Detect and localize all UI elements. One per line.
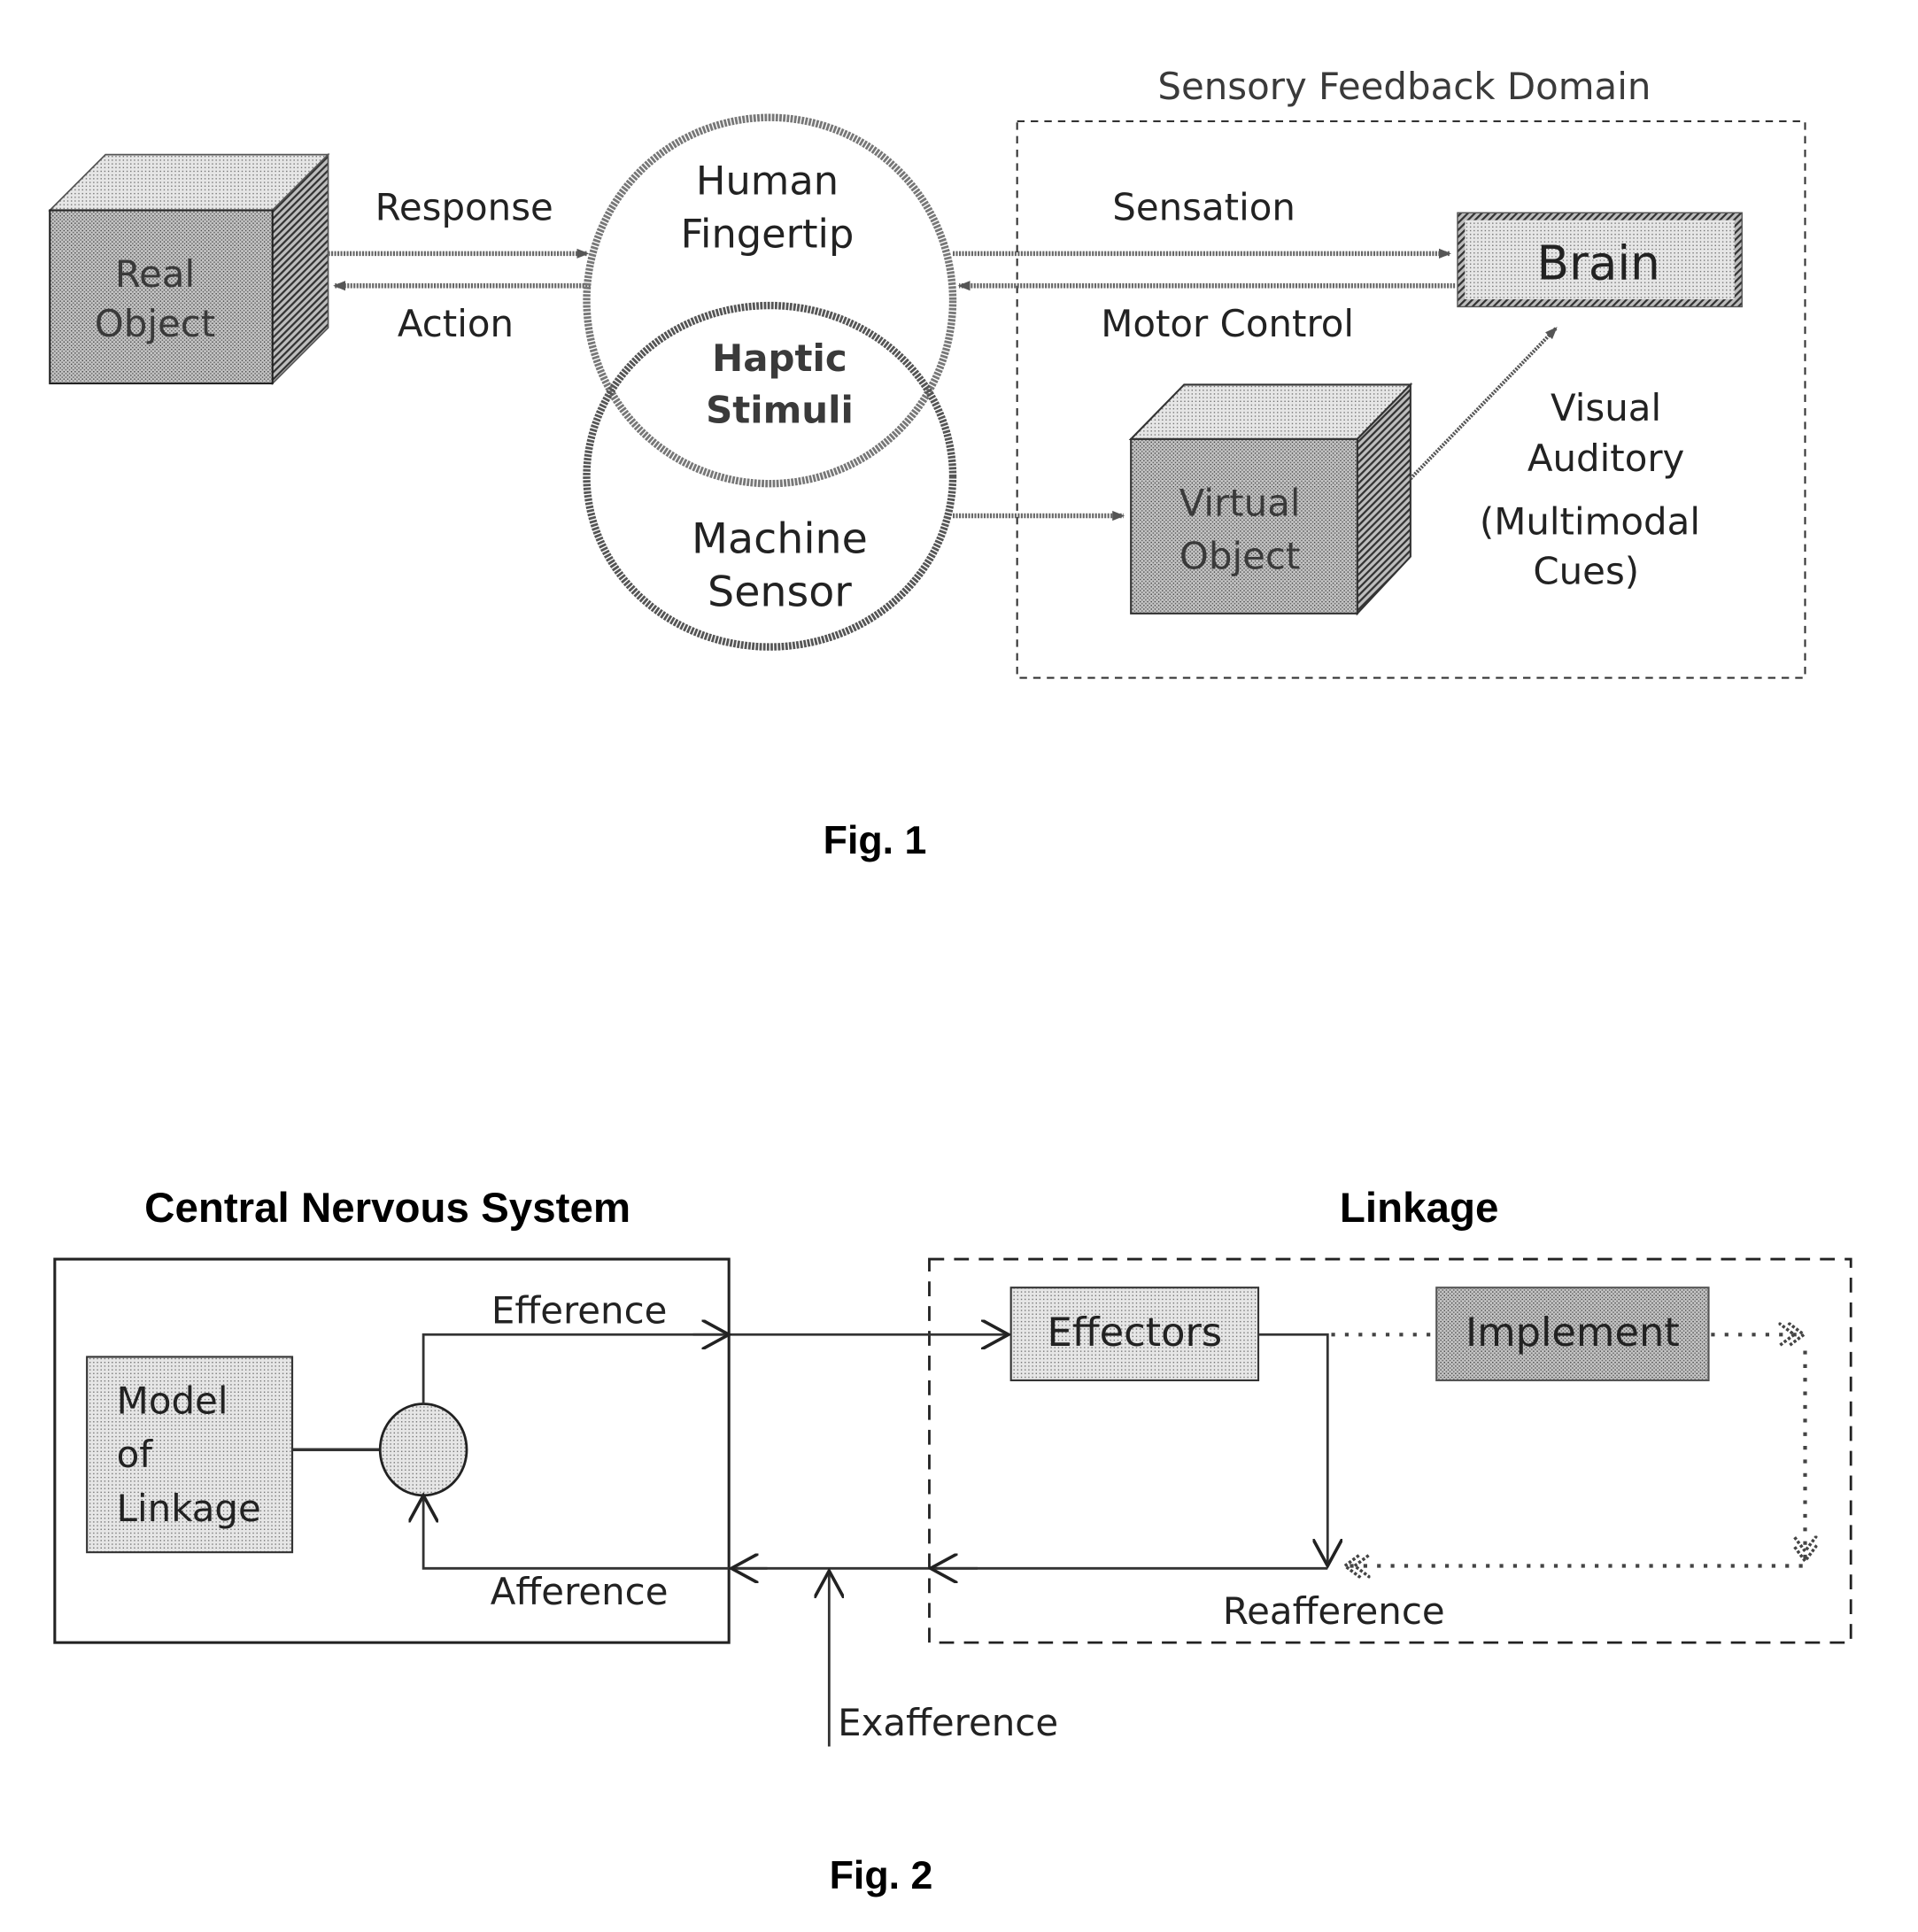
cues-label: Cues) — [1533, 549, 1639, 592]
haptic-label: Haptic — [712, 336, 847, 380]
sensation-label: Sensation — [1112, 186, 1295, 229]
virtual-object-cube: Virtual Object — [1128, 382, 1413, 616]
stimuli-label: Stimuli — [706, 389, 854, 432]
auditory-label: Auditory — [1527, 437, 1685, 480]
exafference-label: Exafference — [838, 1701, 1058, 1744]
effectors-reafference-path — [1258, 1333, 1327, 1565]
multimodal-label: (Multimodal — [1480, 499, 1700, 543]
implement-box: Implement — [1435, 1287, 1710, 1382]
motor-control-label: Motor Control — [1101, 302, 1354, 345]
sensory-feedback-domain-label: Sensory Feedback Domain — [1157, 65, 1651, 108]
response-label: Response — [375, 186, 553, 229]
implement-label: Implement — [1466, 1310, 1680, 1356]
linkage-label: Linkage — [117, 1487, 261, 1530]
human-label: Human — [696, 158, 839, 204]
figure-1-caption: Fig. 1 — [824, 819, 927, 862]
effectors-box: Effectors — [1009, 1287, 1260, 1382]
efference-label: Efference — [491, 1289, 668, 1333]
figure-1: Real Object Response Action Human Finger… — [48, 65, 1806, 862]
virtual-label: Virtual — [1179, 482, 1301, 525]
action-label: Action — [398, 302, 514, 345]
fingertip-label: Fingertip — [681, 211, 855, 257]
sensor-label: Sensor — [708, 568, 852, 616]
machine-label: Machine — [692, 514, 868, 563]
real-object-label-line1: Real — [115, 252, 195, 296]
of-label: of — [117, 1433, 154, 1476]
real-object-label-line2: Object — [95, 302, 215, 345]
cns-title: Central Nervous System — [144, 1185, 630, 1232]
effectors-label: Effectors — [1048, 1310, 1223, 1356]
brain-label: Brain — [1537, 236, 1660, 291]
afference-path — [423, 1495, 1328, 1570]
brain-box: Brain — [1457, 212, 1743, 308]
afference-label: Afference — [491, 1570, 669, 1613]
model-label: Model — [117, 1379, 228, 1423]
figure-2: Central Nervous System Linkage Model of … — [53, 1185, 1852, 1897]
model-of-linkage-box: Model of Linkage — [86, 1356, 294, 1554]
efference-path — [421, 1334, 1009, 1404]
figure-2-caption: Fig. 2 — [830, 1854, 933, 1897]
comparator-circle — [378, 1403, 468, 1497]
real-object-cube: Real Object — [48, 152, 330, 386]
reafference-label: Reafference — [1223, 1589, 1445, 1633]
patent-figure-sheet: Real Object Response Action Human Finger… — [48, 65, 1852, 1897]
linkage-title: Linkage — [1340, 1185, 1498, 1232]
object-label: Object — [1179, 535, 1300, 578]
visual-label: Visual — [1551, 386, 1661, 429]
